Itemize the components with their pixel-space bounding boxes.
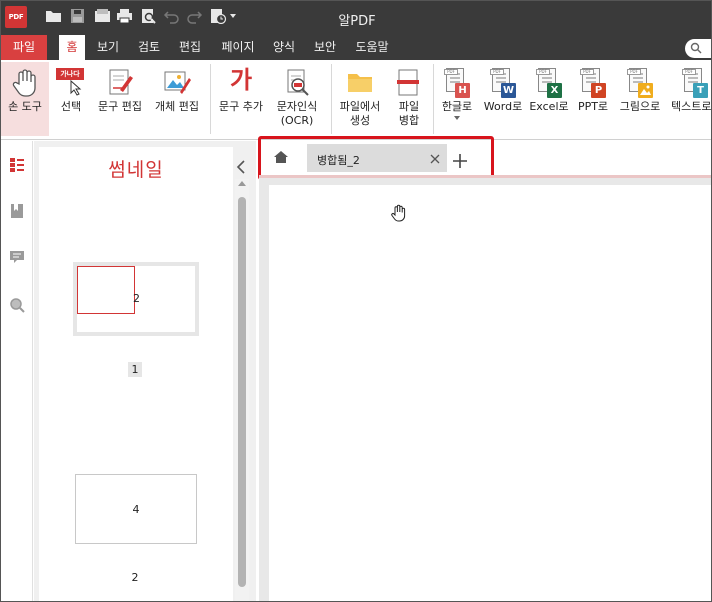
add-text-button[interactable]: 가 문구 추가: [215, 62, 267, 136]
convert-to-word-button[interactable]: PDF W Word로: [481, 62, 525, 136]
document-page[interactable]: [269, 185, 711, 601]
hand-cursor-icon: [391, 204, 406, 222]
menu-tab-form[interactable]: 양식: [267, 35, 301, 60]
merge-files-label: 파일 병합: [389, 100, 429, 128]
excel-badge: X: [547, 83, 562, 98]
left-sidebar-strip: [1, 141, 33, 601]
ocr-label-line1: 문자인식: [276, 100, 318, 113]
thumbnail-page-content: 2: [133, 292, 140, 305]
select-badge: 가나다: [56, 68, 84, 80]
ocr-icon: [287, 69, 309, 96]
image-badge: [638, 83, 653, 98]
thumbnail-item[interactable]: 4: [75, 474, 197, 544]
text-file-icon: PDF T: [682, 68, 708, 98]
chevron-down-icon[interactable]: [454, 116, 460, 120]
search-input[interactable]: [685, 39, 711, 58]
menu-tab-view[interactable]: 보기: [91, 35, 125, 60]
object-edit-icon: [164, 71, 191, 94]
thumbnail-list: 썸네일 2 1 4 2: [39, 147, 245, 601]
highlight-annotation-box: [258, 136, 494, 180]
menu-tab-review[interactable]: 검토: [132, 35, 166, 60]
ribbon-separator: [331, 64, 332, 134]
convert-to-hangul-label: 한글로: [441, 100, 473, 113]
bookmark-panel-icon[interactable]: [9, 203, 25, 219]
window-title: 알PDF: [338, 14, 376, 29]
ribbon-separator: [210, 64, 211, 134]
ribbon-separator: [433, 64, 434, 134]
convert-to-image-label: 그림으로: [619, 100, 661, 113]
create-from-file-button[interactable]: 파일에서 생성: [335, 62, 385, 136]
convert-to-ppt-label: PPT로: [577, 100, 609, 113]
convert-to-ppt-button[interactable]: PDF P PPT로: [573, 62, 613, 136]
thumbnail-page-number: 1: [128, 362, 142, 377]
menu-tab-file[interactable]: 파일: [1, 35, 47, 60]
word-file-icon: PDF W: [490, 68, 516, 98]
menu-tab-security[interactable]: 보안: [308, 35, 342, 60]
collapse-panel-button[interactable]: [235, 159, 249, 175]
thumbnail-panel-title: 썸네일: [108, 159, 164, 181]
menu-tab-help[interactable]: 도움말: [349, 35, 395, 60]
menu-tab-edit[interactable]: 편집: [173, 35, 207, 60]
chevron-left-icon: [236, 160, 245, 174]
convert-to-image-button[interactable]: PDF 그림으로: [615, 62, 665, 136]
select-button[interactable]: 가나다 선택: [51, 62, 91, 136]
ocr-button[interactable]: 문자인식 (OCR): [269, 62, 325, 136]
document-view-area[interactable]: [259, 175, 711, 601]
folder-icon: [348, 74, 372, 92]
merge-files-button[interactable]: 파일 병합: [389, 62, 429, 136]
thumbnail-scrollbar[interactable]: [235, 179, 249, 601]
convert-to-hangul-button[interactable]: PDF H 한글로: [437, 62, 477, 136]
hand-tool-label: 손 도구: [8, 100, 42, 113]
thumbnail-page-number: 2: [131, 571, 139, 584]
thumbnail-item-selected[interactable]: 2: [73, 262, 199, 336]
scrollbar-thumb[interactable]: [238, 197, 246, 587]
text-edit-button[interactable]: 문구 편집: [93, 62, 147, 136]
text-edit-label: 문구 편집: [98, 100, 142, 113]
app-window: PDF 알PDF 파일 홈 보기 검토 편집 페이지 양식 보안 도움말 손 도…: [0, 0, 712, 602]
comments-panel-icon[interactable]: [9, 249, 25, 265]
thumbnail-panel: 썸네일 2 1 4 2: [34, 141, 256, 601]
convert-to-text-label: 텍스트로: [671, 100, 712, 113]
merge-files-icon: [397, 69, 419, 96]
thumbnails-panel-icon[interactable]: [9, 157, 25, 173]
excel-file-icon: PDF X: [536, 68, 562, 98]
hand-tool-button[interactable]: 손 도구: [1, 62, 49, 136]
menu-tab-page[interactable]: 페이지: [215, 35, 261, 60]
scroll-up-arrow[interactable]: [238, 181, 246, 186]
ppt-file-icon: PDF P: [580, 68, 606, 98]
hangul-file-icon: PDF H: [444, 68, 470, 98]
search-panel-icon[interactable]: [9, 297, 25, 313]
create-from-file-line1: 파일에서: [339, 100, 381, 113]
document-top-divider: [259, 175, 711, 178]
ocr-label-line2: (OCR): [280, 114, 314, 127]
convert-to-word-label: Word로: [483, 100, 523, 113]
convert-to-excel-label: Excel로: [529, 100, 569, 113]
object-edit-label: 개체 편집: [155, 100, 199, 113]
thumbnail-page-preview: [77, 266, 135, 314]
menu-tab-home[interactable]: 홈: [59, 35, 85, 60]
convert-to-excel-button[interactable]: PDF X Excel로: [528, 62, 570, 136]
create-from-file-label: 파일에서 생성: [335, 100, 385, 128]
hand-icon: [12, 69, 36, 97]
ocr-label: 문자인식 (OCR): [269, 100, 325, 128]
merge-files-line1: 파일: [398, 100, 420, 113]
menu-bar: 파일 홈 보기 검토 편집 페이지 양식 보안 도움말: [1, 35, 711, 60]
image-file-icon: PDF: [627, 68, 653, 98]
ribbon-toolbar: 손 도구 가나다 선택 문구 편집 개체 편집 가 문구 추가 문자인식 (OC: [1, 60, 712, 140]
merge-files-line2: 병합: [398, 114, 420, 127]
convert-to-text-button[interactable]: PDF T 텍스트로: [667, 62, 712, 136]
search-icon: [690, 42, 702, 54]
add-text-label: 문구 추가: [219, 100, 263, 113]
select-icon: 가나다: [56, 68, 86, 98]
text-badge: T: [693, 83, 708, 98]
select-label: 선택: [60, 100, 82, 113]
hangul-badge: H: [455, 83, 470, 98]
title-bar: PDF 알PDF: [1, 1, 711, 35]
word-badge: W: [501, 83, 516, 98]
create-from-file-line2: 생성: [349, 114, 371, 127]
text-edit-icon: [109, 69, 133, 95]
add-text-icon: 가: [229, 66, 253, 94]
ppt-badge: P: [591, 83, 606, 98]
object-edit-button[interactable]: 개체 편집: [149, 62, 205, 136]
